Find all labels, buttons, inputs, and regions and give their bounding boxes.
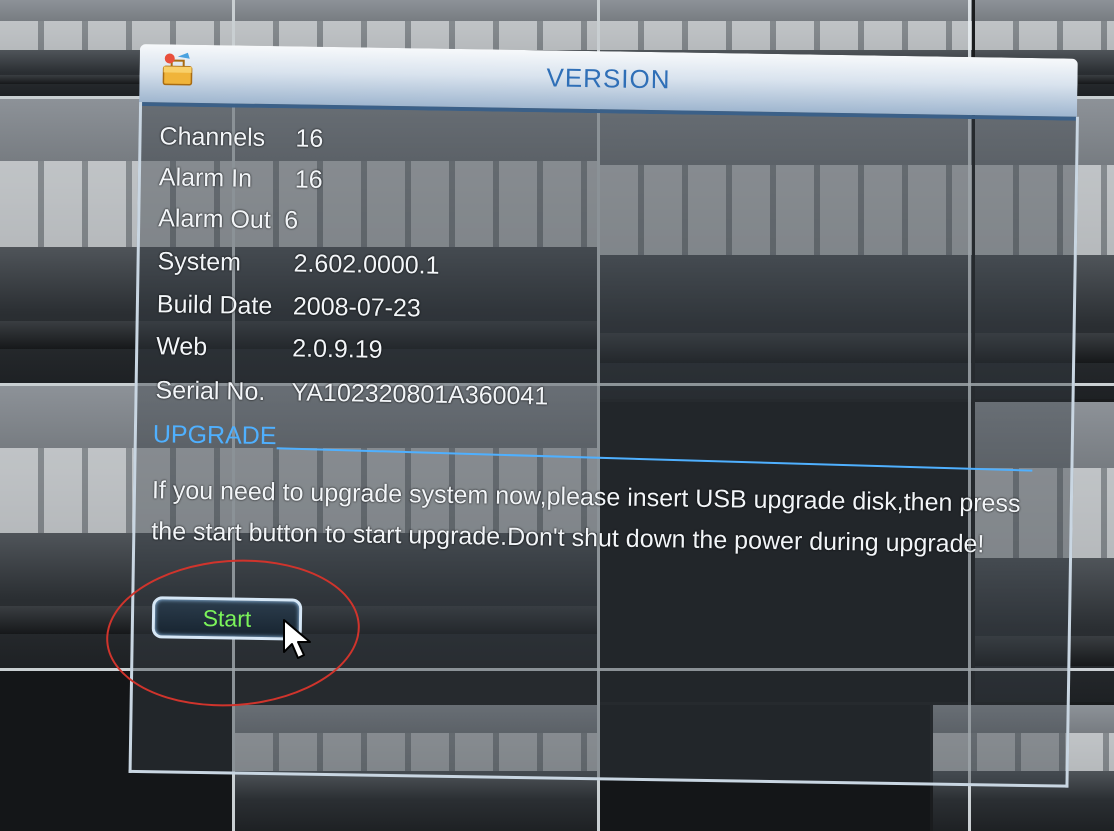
info-value: YA102320801A360041	[291, 378, 549, 411]
info-value: 2.602.0000.1	[293, 249, 440, 280]
info-row-system: System 2.602.0000.1	[157, 247, 439, 279]
info-row-build-date: Build Date 2008-07-23	[156, 290, 421, 322]
info-row-serial-no: Serial No. YA102320801A360041	[155, 376, 548, 410]
section-divider	[276, 447, 1033, 472]
info-value: 6	[284, 206, 299, 235]
info-row-alarm-out: Alarm Out 6	[158, 204, 298, 235]
info-label: Alarm In	[158, 163, 253, 193]
upgrade-section-title: UPGRADE	[152, 420, 277, 451]
info-row-web: Web 2.0.9.19	[156, 332, 383, 364]
info-label: Alarm Out	[158, 204, 272, 235]
info-value: 16	[295, 124, 324, 153]
info-value: 16	[294, 165, 323, 194]
info-label: Build Date	[156, 290, 273, 321]
info-label: System	[157, 247, 242, 277]
upgrade-message: If you need to upgrade system now,please…	[151, 476, 1021, 559]
dialog-title: VERSION	[546, 62, 671, 95]
info-value: 2008-07-23	[292, 292, 421, 323]
info-row-channels: Channels 16	[159, 122, 323, 153]
info-label: Serial No.	[155, 376, 266, 407]
info-label: Web	[156, 332, 208, 362]
info-row-alarm-in: Alarm In 16	[158, 163, 323, 194]
info-label: Channels	[159, 122, 266, 152]
info-value: 2.0.9.19	[292, 334, 383, 364]
